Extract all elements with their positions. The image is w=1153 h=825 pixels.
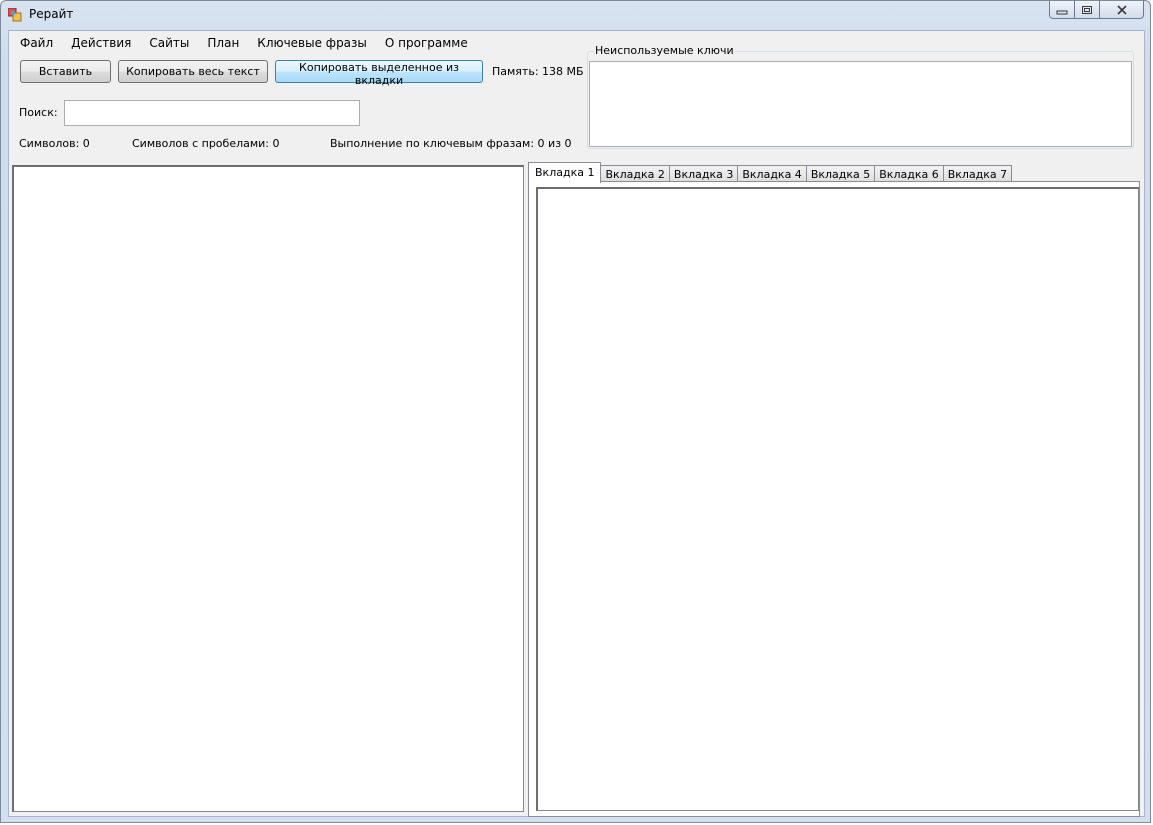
app-icon [8, 8, 22, 22]
copy-selected-button[interactable]: Копировать выделенное из вкладки [275, 60, 483, 87]
minimize-icon [1056, 10, 1068, 14]
menu-file[interactable]: Файл [11, 33, 62, 53]
copy-all-button[interactable]: Копировать весь текст [118, 60, 268, 83]
tab-1[interactable]: Вкладка 1 [528, 162, 602, 183]
unused-keys-title: Неиспользуемые ключи [594, 44, 735, 57]
menu-sites[interactable]: Сайты [140, 33, 198, 53]
minimize-button[interactable] [1049, 1, 1075, 19]
menu-actions[interactable]: Действия [62, 33, 140, 53]
maximize-button[interactable] [1075, 1, 1100, 19]
menu-about[interactable]: О программе [376, 33, 477, 53]
restore-icon [1082, 5, 1092, 14]
close-icon [1116, 4, 1127, 15]
tab-page [528, 181, 1140, 817]
title-bar[interactable]: Рерайт [1, 1, 1150, 29]
main-text-editor[interactable] [12, 165, 524, 812]
close-button[interactable] [1100, 1, 1144, 19]
unused-keys-textarea[interactable] [589, 61, 1132, 147]
client-area: Файл Действия Сайты План Ключевые фразы … [8, 30, 1145, 817]
caption-buttons [1049, 1, 1144, 20]
memory-label: Память: 138 МБ [492, 65, 584, 78]
menu-bar: Файл Действия Сайты План Ключевые фразы … [11, 33, 477, 53]
paste-button[interactable]: Вставить [20, 60, 111, 83]
app-window: Рерайт Файл Действия Сайты План Ключевые… [0, 0, 1151, 823]
window-title: Рерайт [29, 7, 74, 21]
unused-keys-group: Неиспользуемые ключи [587, 44, 1134, 149]
chars-count-label: Символов: 0 [19, 137, 90, 150]
tab-text-editor[interactable] [536, 187, 1139, 811]
keyphrases-progress-label: Выполнение по ключевым фразам: 0 из 0 [330, 137, 572, 150]
tab-strip: Вкладка 1 Вкладка 2 Вкладка 3 Вкладка 4 … [528, 161, 1013, 183]
search-input[interactable] [64, 100, 360, 126]
menu-plan[interactable]: План [198, 33, 248, 53]
chars-with-spaces-label: Символов с пробелами: 0 [132, 137, 280, 150]
search-label: Поиск: [19, 106, 58, 119]
menu-keyphrases[interactable]: Ключевые фразы [248, 33, 376, 53]
